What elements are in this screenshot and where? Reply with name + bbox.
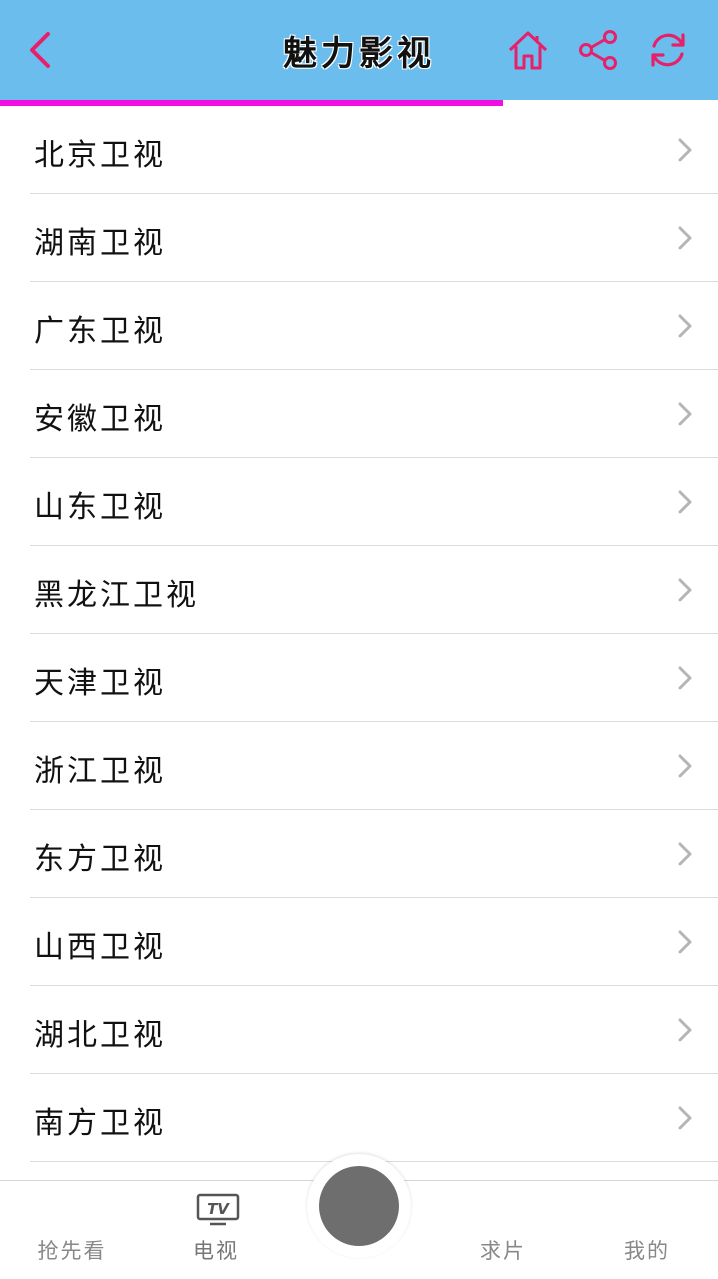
channel-name: 黑龙江卫视 <box>34 578 199 613</box>
tv-icon: TV <box>196 1193 240 1226</box>
tab-tv[interactable]: TV 电视 <box>146 1181 286 1279</box>
channel-name: 天津卫视 <box>34 666 166 701</box>
channel-list: 北京卫视湖南卫视广东卫视安徽卫视山东卫视黑龙江卫视天津卫视浙江卫视东方卫视山西卫… <box>0 106 718 1178</box>
tab-label: 求片 <box>480 1239 526 1263</box>
channel-row[interactable]: 广东卫视 <box>30 282 718 370</box>
channel-row[interactable]: 浙江卫视 <box>30 722 718 810</box>
channel-name: 南方卫视 <box>34 1106 166 1141</box>
chevron-right-icon <box>678 842 692 866</box>
channel-name: 湖北卫视 <box>34 1018 166 1053</box>
channel-name: 北京卫视 <box>34 138 166 173</box>
center-action-button[interactable] <box>307 1154 411 1258</box>
tab-mine[interactable]: 我的 <box>577 1181 717 1279</box>
channel-row[interactable]: 北京卫视 <box>30 106 718 194</box>
chevron-right-icon <box>678 930 692 954</box>
tab-label: 电视 <box>193 1239 239 1263</box>
channel-name: 安徽卫视 <box>34 402 166 437</box>
channel-row[interactable]: 南方卫视 <box>30 1074 718 1162</box>
channel-name: 山西卫视 <box>34 930 166 965</box>
chevron-right-icon <box>678 314 692 338</box>
channel-row[interactable]: 湖南卫视 <box>30 194 718 282</box>
channel-name: 广东卫视 <box>34 314 166 349</box>
chevron-right-icon <box>678 666 692 690</box>
channel-row[interactable]: 天津卫视 <box>30 634 718 722</box>
center-action-circle <box>319 1166 399 1246</box>
channel-name: 东方卫视 <box>34 842 166 877</box>
chevron-right-icon <box>678 754 692 778</box>
channel-row[interactable]: 东方卫视 <box>30 810 718 898</box>
share-icon[interactable] <box>576 28 620 72</box>
tab-label: 我的 <box>624 1239 670 1263</box>
chevron-right-icon <box>678 402 692 426</box>
channel-name: 浙江卫视 <box>34 754 166 789</box>
channel-row[interactable]: 山西卫视 <box>30 898 718 986</box>
tab-first-look[interactable]: 抢先看 <box>2 1181 142 1279</box>
channel-row[interactable]: 湖北卫视 <box>30 986 718 1074</box>
tv-icon-text: TV <box>207 1200 230 1218</box>
chevron-right-icon <box>678 578 692 602</box>
chevron-right-icon <box>678 226 692 250</box>
channel-row[interactable]: 安徽卫视 <box>30 370 718 458</box>
channel-row[interactable]: 黑龙江卫视 <box>30 546 718 634</box>
channel-name: 山东卫视 <box>34 490 166 525</box>
channel-row[interactable]: 山东卫视 <box>30 458 718 546</box>
channel-name: 湖南卫视 <box>34 226 166 261</box>
chevron-right-icon <box>678 138 692 162</box>
app-header: 魅力影视 <box>0 0 718 100</box>
tab-label: 抢先看 <box>37 1239 107 1263</box>
chevron-right-icon <box>678 1018 692 1042</box>
chevron-right-icon <box>678 490 692 514</box>
refresh-icon[interactable] <box>646 28 690 72</box>
chevron-right-icon <box>678 1106 692 1130</box>
tab-request-movie[interactable]: 求片 <box>433 1181 573 1279</box>
home-icon[interactable] <box>506 28 550 72</box>
